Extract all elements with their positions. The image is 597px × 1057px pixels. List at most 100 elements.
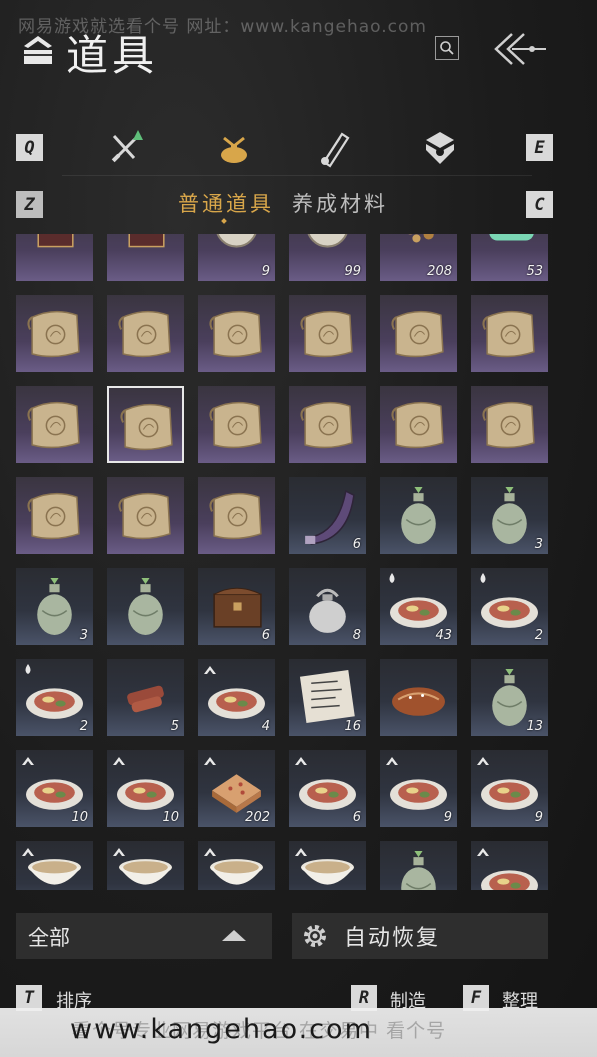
subtab-common-items[interactable]: 普通道具 <box>178 188 274 218</box>
item-slot[interactable] <box>16 386 93 463</box>
sack-icon <box>309 588 346 633</box>
key-hint-q: Q <box>16 134 43 161</box>
item-slot[interactable] <box>380 841 457 890</box>
item-slot[interactable] <box>380 659 457 736</box>
item-slot[interactable] <box>16 234 93 281</box>
item-quantity: 208 <box>427 264 452 279</box>
map-scroll-icon <box>391 310 444 358</box>
item-quantity: 4 <box>261 719 270 734</box>
item-slot[interactable]: 43 <box>380 568 457 645</box>
item-slot[interactable] <box>380 477 457 554</box>
item-slot[interactable] <box>16 841 93 890</box>
item-quantity: 9 <box>261 264 270 279</box>
item-quantity: 13 <box>526 719 543 734</box>
water-drop-icon <box>389 573 395 583</box>
auto-recover-label: 自动恢复 <box>344 926 441 951</box>
item-slot[interactable] <box>16 295 93 372</box>
bottom-watermark-url: www.kangehao.com <box>70 1014 373 1045</box>
item-slot[interactable]: 3 <box>16 568 93 645</box>
item-slot[interactable]: 2 <box>471 568 548 645</box>
upgrade-arrow-icon <box>295 757 307 765</box>
item-slot[interactable]: 16 <box>289 659 366 736</box>
page-title: 道具 <box>66 31 159 80</box>
item-slot[interactable]: 53 <box>471 234 548 281</box>
item-quantity: 2 <box>534 628 543 643</box>
dish-icon <box>481 597 538 628</box>
item-slot[interactable] <box>471 295 548 372</box>
item-quantity: 8 <box>352 628 361 643</box>
item-slot[interactable]: 9 <box>380 750 457 827</box>
item-slot[interactable] <box>107 295 184 372</box>
item-slot[interactable] <box>471 841 548 890</box>
item-quantity: 53 <box>526 264 543 279</box>
item-slot[interactable] <box>198 386 275 463</box>
item-slot[interactable]: 10 <box>107 750 184 827</box>
item-slot[interactable]: 10 <box>16 750 93 827</box>
key-hint-z: Z <box>16 191 43 218</box>
vase-icon <box>37 578 72 635</box>
item-slot[interactable]: 9 <box>198 234 275 281</box>
item-slot[interactable] <box>289 386 366 463</box>
item-quantity: 202 <box>245 810 270 825</box>
map-scroll-icon <box>482 401 535 449</box>
subtab-growth-materials[interactable]: 养成材料 <box>292 188 388 218</box>
item-slot[interactable]: 6 <box>198 568 275 645</box>
item-slot[interactable]: 208 <box>380 234 457 281</box>
scroll-icon[interactable] <box>314 128 354 168</box>
item-slot[interactable]: 8 <box>289 568 366 645</box>
item-slot[interactable]: 6 <box>289 477 366 554</box>
search-button[interactable] <box>435 36 459 60</box>
item-slot[interactable] <box>198 477 275 554</box>
item-slot[interactable]: 9 <box>471 750 548 827</box>
vase-icon <box>401 851 436 890</box>
item-slot[interactable] <box>289 841 366 890</box>
vase-icon <box>492 487 527 544</box>
gem-icon[interactable] <box>420 128 460 168</box>
item-slot[interactable]: 99 <box>289 234 366 281</box>
item-slot[interactable] <box>380 386 457 463</box>
vase-icon <box>401 487 436 544</box>
map-scroll-icon <box>209 401 262 449</box>
item-quantity: 43 <box>435 628 452 643</box>
search-icon <box>440 41 454 55</box>
back-button[interactable] <box>490 28 550 70</box>
chest-icon <box>213 587 262 628</box>
item-slot[interactable]: 5 <box>107 659 184 736</box>
upgrade-arrow-icon <box>204 757 216 765</box>
item-slot[interactable]: 3 <box>471 477 548 554</box>
item-slot[interactable] <box>198 295 275 372</box>
filter-dropdown-label: 全部 <box>28 926 70 950</box>
item-slot[interactable] <box>380 295 457 372</box>
item-slot[interactable] <box>107 477 184 554</box>
item-slot[interactable] <box>198 841 275 890</box>
item-slot[interactable] <box>16 477 93 554</box>
dish-icon <box>26 688 83 719</box>
item-slot[interactable] <box>471 386 548 463</box>
upgrade-arrow-icon <box>477 757 489 765</box>
dish-icon <box>299 779 356 810</box>
item-quantity: 9 <box>443 810 452 825</box>
item-quantity: 10 <box>162 810 179 825</box>
upgrade-arrow-icon <box>477 848 489 856</box>
item-grid-viewport[interactable]: 9 99 208 53 6 3 3 6 8 43 2 2 5 4 16 13 10 10 202 6 9 9 <box>0 234 597 890</box>
map-scroll-icon <box>118 492 171 540</box>
item-grid: 9 99 208 53 6 3 3 6 8 43 2 2 5 4 16 13 10 10 202 6 9 9 <box>16 234 548 890</box>
item-slot[interactable]: 2 <box>16 659 93 736</box>
item-slot[interactable] <box>107 386 184 463</box>
item-slot[interactable]: 202 <box>198 750 275 827</box>
vase-icon <box>128 578 163 635</box>
item-slot[interactable] <box>289 295 366 372</box>
swords-icon[interactable] <box>106 128 146 168</box>
pouch-icon[interactable] <box>214 128 254 168</box>
item-slot[interactable]: 13 <box>471 659 548 736</box>
item-quantity: 16 <box>344 719 361 734</box>
item-slot[interactable] <box>107 234 184 281</box>
item-quantity: 6 <box>352 537 361 552</box>
item-slot[interactable] <box>107 841 184 890</box>
upgrade-arrow-icon <box>22 848 34 856</box>
item-slot[interactable]: 4 <box>198 659 275 736</box>
item-slot[interactable]: 6 <box>289 750 366 827</box>
inventory-bag-icon <box>24 36 52 64</box>
item-slot[interactable] <box>107 568 184 645</box>
upgrade-arrow-icon <box>295 848 307 856</box>
